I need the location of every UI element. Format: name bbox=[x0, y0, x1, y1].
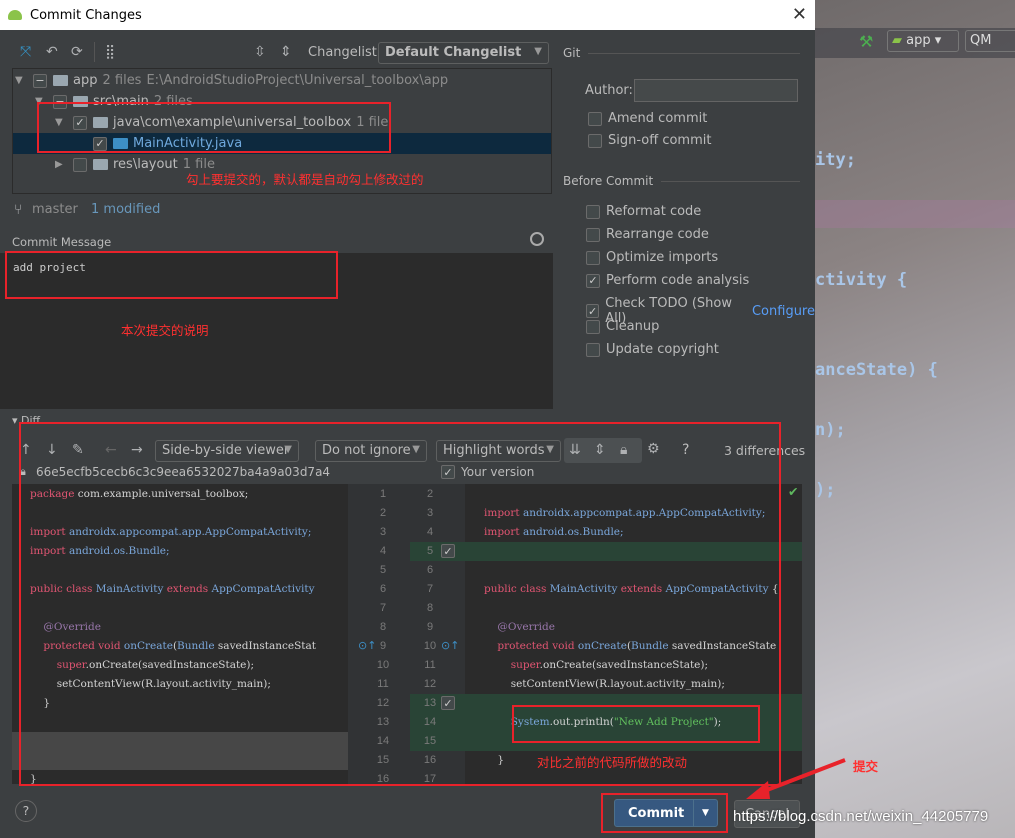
configure-link[interactable]: Configure bbox=[752, 304, 815, 319]
toolbar-divider bbox=[94, 42, 95, 62]
tree-checkbox[interactable] bbox=[73, 157, 87, 172]
option-label: Perform code analysis bbox=[606, 273, 750, 288]
rollback-icon[interactable]: ↶ bbox=[46, 44, 58, 60]
group-by-icon[interactable]: ⣿ bbox=[105, 44, 115, 60]
tree-node-name: app bbox=[73, 73, 98, 88]
before-commit-option[interactable]: Optimize imports bbox=[586, 250, 718, 265]
tree-node-name: res\layout bbox=[113, 157, 178, 172]
chevron-down-icon: ▼ bbox=[534, 46, 542, 57]
annotation-box bbox=[5, 251, 338, 299]
amend-commit-checkbox[interactable]: Amend commit bbox=[588, 111, 707, 126]
collapse-all-icon[interactable]: ⇕ bbox=[280, 44, 292, 60]
option-checkbox[interactable] bbox=[586, 250, 600, 265]
option-checkbox[interactable] bbox=[586, 319, 600, 334]
branch-name: master bbox=[32, 202, 78, 217]
annotation-box bbox=[37, 102, 391, 153]
option-label: Update copyright bbox=[606, 342, 719, 357]
build-hammer-icon[interactable]: ⚒ bbox=[859, 32, 873, 51]
option-checkbox[interactable]: ✓ bbox=[586, 273, 600, 288]
annotation-text: 提交 bbox=[853, 759, 879, 774]
device-select[interactable]: QM bbox=[965, 30, 1015, 52]
device-label: QM bbox=[970, 33, 992, 48]
android-icon bbox=[8, 10, 22, 20]
annotation-box bbox=[512, 705, 760, 743]
code-fragment: ity; bbox=[815, 150, 856, 170]
show-diff-icon[interactable]: ⤧ bbox=[20, 44, 31, 60]
run-config-label: app bbox=[906, 33, 931, 48]
before-commit-option[interactable]: ✓ Perform code analysis bbox=[586, 273, 749, 288]
option-label: Amend commit bbox=[608, 111, 708, 126]
annotation-text: 本次提交的说明 bbox=[121, 323, 209, 338]
tree-checkbox[interactable]: − bbox=[33, 73, 47, 88]
commit-message-label: Commit Message bbox=[12, 235, 112, 249]
tree-node-path: E:\AndroidStudioProject\Universal_toolbo… bbox=[146, 73, 449, 88]
tree-node-meta: 2 files bbox=[102, 73, 142, 88]
ide-background: ⚒ ▰ app ▾ QM ity; ctivity { anceState) {… bbox=[815, 0, 1015, 838]
changelist-label: Changelist: bbox=[308, 45, 382, 60]
annotation-text: 勾上要提交的，默认都是自动勾上修改过的 bbox=[186, 172, 424, 187]
annotation-arrow bbox=[746, 758, 846, 799]
before-commit-option[interactable]: Update copyright bbox=[586, 342, 719, 357]
option-label: Reformat code bbox=[606, 204, 702, 219]
tree-node[interactable]: ▼ − app 2 files E:\AndroidStudioProject\Univ… bbox=[13, 70, 551, 91]
modified-link[interactable]: 1 modified bbox=[91, 202, 160, 217]
author-input[interactable] bbox=[634, 79, 798, 102]
before-commit-option[interactable]: Rearrange code bbox=[586, 227, 709, 242]
commit-dialog: Commit Changes ✕ ⤧ ↶ ⟳ ⣿ ⇳ ⇕ Changelist:… bbox=[0, 0, 815, 838]
sign-off-commit-checkbox[interactable]: Sign-off commit bbox=[588, 133, 711, 148]
watermark: https://blog.csdn.net/weixin_44205779 bbox=[733, 808, 989, 825]
changelist-select[interactable]: Default Changelist ▼ bbox=[378, 42, 549, 64]
before-commit-option[interactable]: Cleanup bbox=[586, 319, 659, 334]
expand-chevron-icon[interactable]: ▶ bbox=[55, 159, 73, 170]
option-checkbox[interactable] bbox=[586, 204, 600, 219]
code-fragment: ctivity { bbox=[815, 270, 908, 290]
option-label: Rearrange code bbox=[606, 227, 709, 242]
option-checkbox[interactable] bbox=[586, 227, 600, 242]
option-label: Cleanup bbox=[606, 319, 660, 334]
expand-all-icon[interactable]: ⇳ bbox=[254, 44, 266, 60]
branch-icon: ⑂ bbox=[14, 202, 23, 218]
refresh-icon[interactable]: ⟳ bbox=[71, 44, 83, 60]
window-title: Commit Changes bbox=[30, 7, 142, 23]
option-checkbox[interactable]: ✓ bbox=[586, 304, 600, 318]
code-fragment: n); bbox=[815, 420, 846, 440]
run-config-select[interactable]: ▰ app ▾ bbox=[887, 30, 959, 52]
folder-icon bbox=[53, 75, 68, 86]
option-label: Optimize imports bbox=[606, 250, 719, 265]
expand-chevron-icon[interactable]: ▼ bbox=[15, 75, 33, 86]
changelist-value: Default Changelist bbox=[385, 45, 522, 60]
history-clock-icon[interactable] bbox=[530, 232, 544, 246]
author-label: Author: bbox=[585, 83, 633, 98]
help-button[interactable]: ? bbox=[15, 800, 37, 822]
before-commit-section: Before Commit bbox=[563, 174, 800, 188]
annotation-box bbox=[601, 793, 728, 833]
folder-icon bbox=[93, 159, 108, 170]
before-commit-title: Before Commit bbox=[563, 174, 654, 188]
close-button[interactable]: ✕ bbox=[792, 4, 807, 25]
code-fragment: anceState) { bbox=[815, 360, 938, 380]
before-commit-option[interactable]: Reformat code bbox=[586, 204, 701, 219]
title-bar: Commit Changes ✕ bbox=[0, 0, 815, 30]
annotation-text: 对比之前的代码所做的改动 bbox=[537, 755, 688, 770]
option-checkbox[interactable] bbox=[586, 342, 600, 357]
code-fragment: ); bbox=[815, 480, 836, 500]
git-section: Git bbox=[563, 46, 800, 60]
highlight-band bbox=[815, 200, 1015, 228]
option-label: Sign-off commit bbox=[608, 133, 712, 148]
no-errors-check-icon: ✔ bbox=[788, 484, 799, 499]
git-section-title: Git bbox=[563, 46, 581, 60]
